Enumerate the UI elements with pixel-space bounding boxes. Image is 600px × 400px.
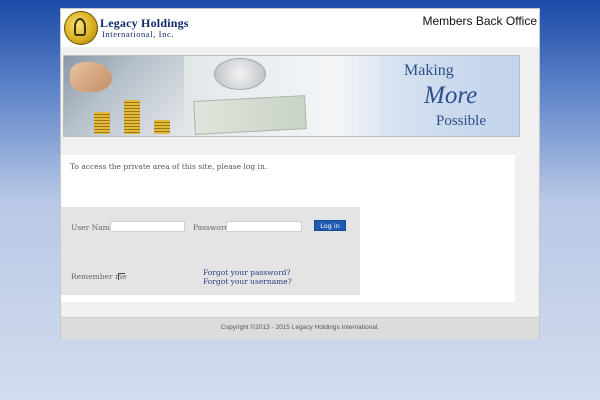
username-input[interactable] — [110, 221, 185, 232]
login-area: To access the private area of this site,… — [61, 155, 515, 302]
hero-banner: Making More Possible — [63, 55, 520, 137]
login-form: User Name Password Log in Remember me Fo… — [61, 207, 360, 295]
company-logo[interactable]: Legacy Holdings International, Inc. — [64, 11, 194, 45]
username-label: User Name — [71, 223, 115, 232]
slogan-line-3: Possible — [436, 113, 487, 129]
banner-slogan: Making More Possible — [380, 56, 519, 136]
forgot-username-link[interactable]: Forgot your username? — [203, 277, 292, 286]
banner-coin-image — [214, 58, 266, 90]
copyright-text: Copyright ©2013 - 2015 Legacy Holdings I… — [220, 324, 380, 331]
page-title: Members Back Office — [422, 14, 537, 28]
coin-stack — [94, 112, 110, 134]
footer: Copyright ©2013 - 2015 Legacy Holdings I… — [61, 317, 539, 339]
hand-image — [70, 62, 112, 92]
password-input[interactable] — [226, 221, 302, 232]
coin-stack — [124, 100, 140, 134]
logo-subname: International, Inc. — [102, 29, 175, 39]
coin-stack — [154, 120, 170, 134]
remember-me-checkbox[interactable] — [118, 273, 125, 280]
banner-photo — [64, 56, 184, 136]
password-label: Password — [193, 223, 230, 232]
banner-money-image — [193, 95, 307, 135]
login-button[interactable]: Log in — [314, 220, 346, 231]
slogan-line-1: Making — [404, 62, 454, 79]
slogan-line-2: More — [424, 82, 478, 109]
login-intro-text: To access the private area of this site,… — [70, 162, 268, 171]
header: Legacy Holdings International, Inc. Memb… — [61, 9, 539, 47]
forgot-password-link[interactable]: Forgot your password? — [203, 268, 290, 277]
logo-seal-icon — [64, 11, 98, 45]
page-container: Legacy Holdings International, Inc. Memb… — [60, 8, 540, 339]
